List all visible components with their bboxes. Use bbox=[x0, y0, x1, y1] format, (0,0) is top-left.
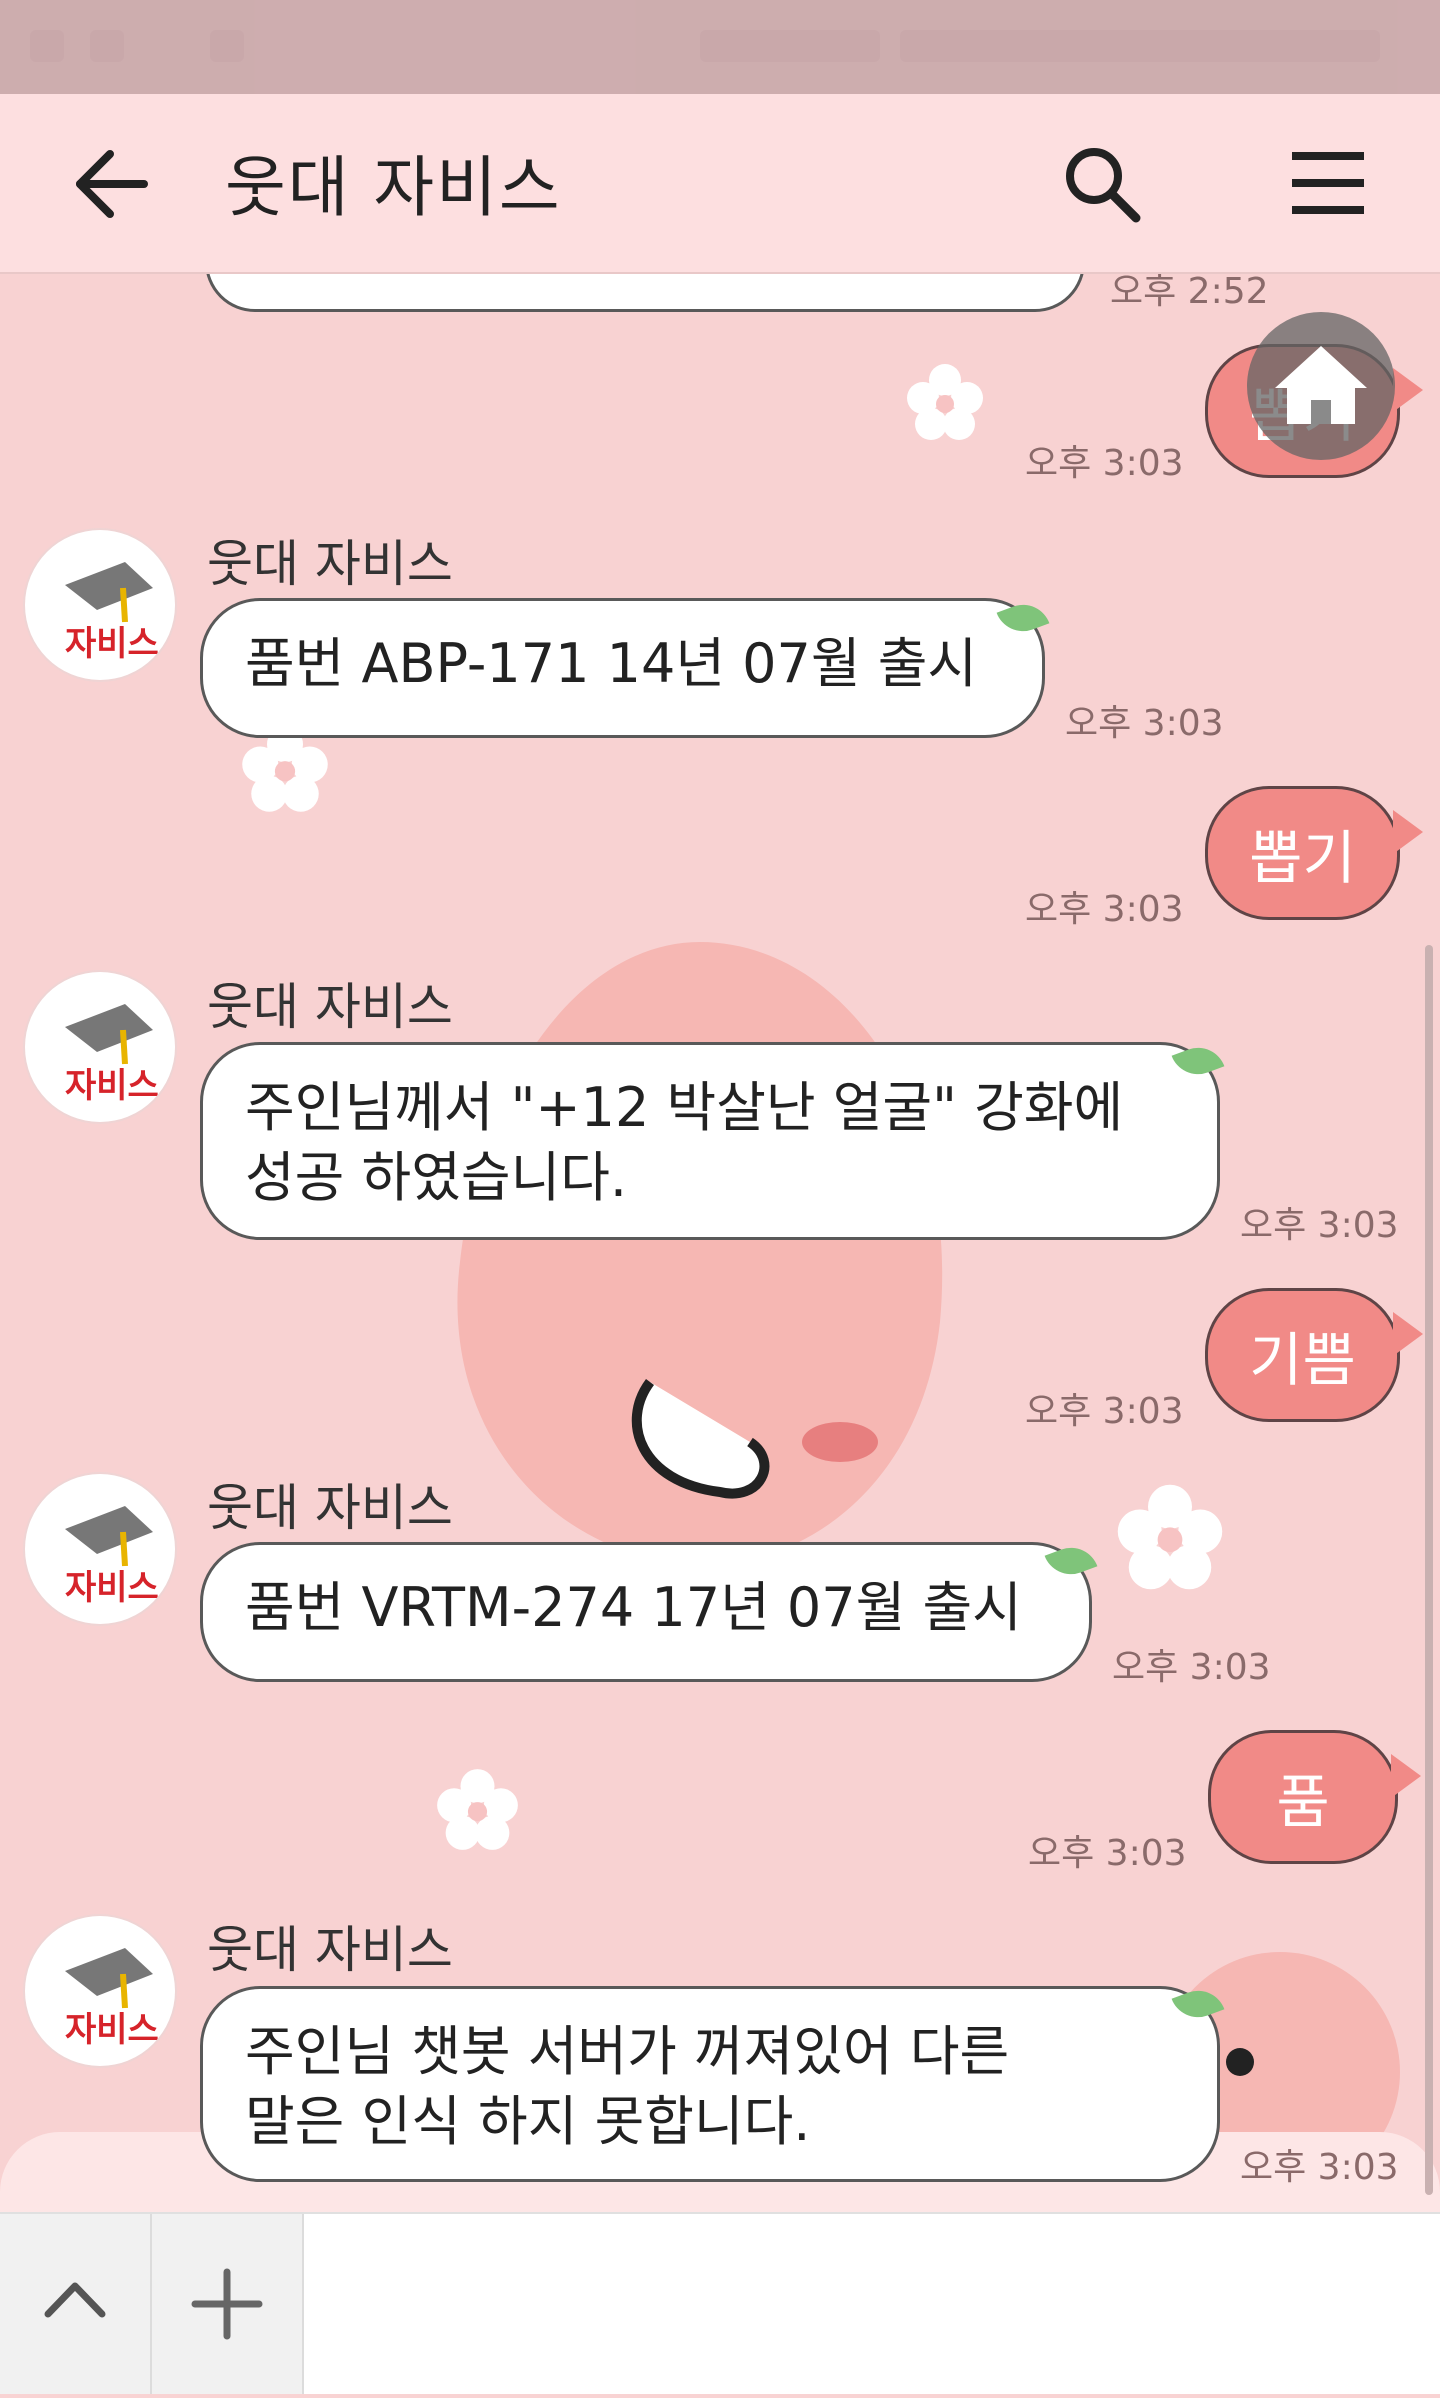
chevron-up-icon bbox=[44, 2282, 106, 2318]
status-icon bbox=[900, 30, 1380, 62]
message-input[interactable] bbox=[304, 2214, 1440, 2394]
chat-title: 웃대 자비스 bbox=[225, 149, 562, 226]
status-icon bbox=[210, 30, 244, 62]
message-line: 주인님 챗봇 서버가 꺼져있어 다른 bbox=[245, 2020, 1010, 2083]
message-text: 뽑기 bbox=[1249, 824, 1356, 892]
search-button[interactable] bbox=[1060, 142, 1144, 226]
bubble-tail bbox=[1393, 810, 1423, 854]
bot-message-bubble[interactable]: 품번 VRTM-274 17년 07월 출시 bbox=[200, 1542, 1092, 1682]
add-attachment-button[interactable] bbox=[152, 2214, 304, 2394]
chat-header: 웃대 자비스 bbox=[0, 94, 1440, 274]
message-line: 성공 하였습니다. bbox=[245, 1146, 628, 1209]
menu-button[interactable] bbox=[1286, 146, 1370, 220]
message-time: 오후 3:03 bbox=[1025, 1391, 1184, 1432]
message-text: 품 bbox=[1276, 1768, 1330, 1836]
avatar-label: 자비스 bbox=[65, 1568, 159, 1608]
avatar-label: 자비스 bbox=[65, 624, 159, 664]
bot-message-bubble[interactable]: 주인님 챗봇 서버가 꺼져있어 다른 말은 인식 하지 못합니다. bbox=[200, 1986, 1220, 2182]
message-time: 오후 3:03 bbox=[1025, 889, 1184, 930]
scrollbar[interactable] bbox=[1425, 945, 1433, 2195]
bot-message-bubble[interactable]: 주인님께서 "+12 박살난 얼굴" 강화에 성공 하였습니다. bbox=[200, 1042, 1220, 1240]
chat-area[interactable]: 오후 2:52 뽑기 오후 3:03 자비스 웃대 자비스 품번 ABP-171… bbox=[0, 272, 1440, 2212]
partial-bot-bubble bbox=[205, 272, 1085, 312]
message-text: 품번 ABP-171 14년 07월 출시 bbox=[245, 632, 978, 695]
bot-avatar[interactable]: 자비스 bbox=[25, 1474, 175, 1624]
message-time: 오후 3:03 bbox=[1025, 443, 1184, 484]
arrow-left-icon bbox=[76, 150, 148, 218]
search-icon bbox=[1066, 148, 1141, 223]
message-line: 말은 인식 하지 못합니다. bbox=[245, 2090, 811, 2153]
message-time: 오후 3:03 bbox=[1240, 2147, 1399, 2188]
plus-icon bbox=[191, 2268, 263, 2340]
message-input-bar bbox=[0, 2212, 1440, 2394]
message-time: 오후 3:03 bbox=[1240, 1205, 1399, 1246]
avatar-label: 자비스 bbox=[65, 1066, 159, 1106]
bubble-tail bbox=[1393, 368, 1423, 412]
avatar-label: 자비스 bbox=[65, 2010, 159, 2050]
expand-button[interactable] bbox=[0, 2214, 152, 2394]
message-time: 오후 3:03 bbox=[1112, 1647, 1271, 1688]
back-button[interactable] bbox=[70, 142, 154, 226]
message-time: 오후 3:03 bbox=[1028, 1833, 1187, 1874]
status-icon bbox=[30, 30, 64, 62]
my-message-bubble[interactable]: 품 bbox=[1208, 1730, 1398, 1864]
message-text: 품번 VRTM-274 17년 07월 출시 bbox=[245, 1576, 1022, 1639]
bot-avatar[interactable]: 자비스 bbox=[25, 530, 175, 680]
status-icon bbox=[90, 30, 124, 62]
home-button[interactable] bbox=[1247, 312, 1395, 460]
my-message-bubble[interactable]: 뽑기 bbox=[1205, 786, 1400, 920]
status-bar bbox=[0, 0, 1440, 94]
flower-decoration bbox=[437, 1769, 518, 1850]
hamburger-menu-icon bbox=[1292, 152, 1364, 214]
message-line: 주인님께서 "+12 박살난 얼굴" 강화에 bbox=[245, 1076, 1124, 1139]
bot-name: 웃대 자비스 bbox=[207, 1479, 453, 1537]
bubble-tail bbox=[1393, 1312, 1423, 1356]
flower-decoration bbox=[1117, 1484, 1223, 1590]
my-message-bubble[interactable]: 기쁨 bbox=[1205, 1288, 1400, 1422]
flower-decoration bbox=[907, 364, 983, 440]
message-text: 기쁨 bbox=[1249, 1326, 1356, 1394]
bot-avatar[interactable]: 자비스 bbox=[25, 1916, 175, 2066]
message-time: 오후 2:52 bbox=[1110, 272, 1269, 312]
bot-name: 웃대 자비스 bbox=[207, 535, 453, 593]
bubble-tail bbox=[1391, 1754, 1421, 1798]
message-time: 오후 3:03 bbox=[1065, 703, 1224, 744]
bot-name: 웃대 자비스 bbox=[207, 978, 453, 1036]
bot-name: 웃대 자비스 bbox=[207, 1921, 453, 1979]
bot-message-bubble[interactable]: 품번 ABP-171 14년 07월 출시 bbox=[200, 598, 1045, 738]
status-icon bbox=[700, 30, 880, 62]
bot-avatar[interactable]: 자비스 bbox=[25, 972, 175, 1122]
home-icon bbox=[1275, 346, 1367, 424]
